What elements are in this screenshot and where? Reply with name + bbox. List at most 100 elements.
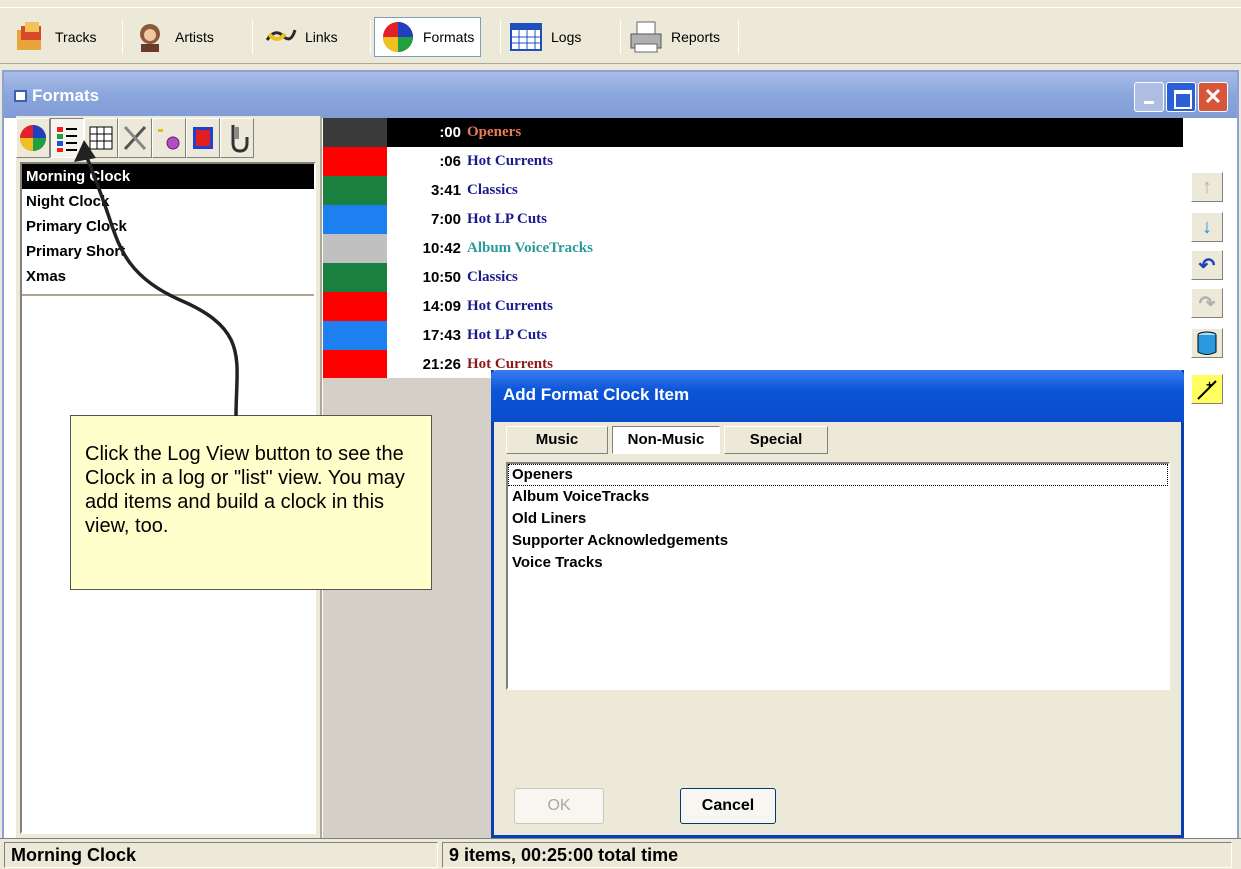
- tab-non-music[interactable]: Non-Music: [612, 426, 720, 454]
- toolbar-separator: [122, 20, 123, 54]
- hook-icon: [231, 125, 249, 153]
- logs-button[interactable]: Logs: [502, 17, 588, 57]
- clock-item[interactable]: Night Clock: [22, 189, 314, 214]
- links-label: Links: [305, 29, 338, 45]
- list-divider[interactable]: [22, 294, 314, 296]
- log-row[interactable]: 7:00 Hot LP Cuts: [323, 205, 1183, 234]
- close-button[interactable]: ✕: [1198, 82, 1228, 112]
- clock-log-list[interactable]: :00 Openers:06 Hot Currents 3:41 Classics 7:0…: [323, 118, 1183, 379]
- clock-item[interactable]: Primary Clock: [22, 214, 314, 239]
- add-format-clock-item-dialog: Add Format Clock Item Music Non-Music Sp…: [491, 370, 1184, 838]
- log-time: 10:42: [422, 240, 461, 257]
- log-row[interactable]: 10:50 Classics: [323, 263, 1183, 292]
- minimize-button[interactable]: [1134, 82, 1164, 112]
- cancel-button[interactable]: Cancel: [680, 788, 776, 824]
- delete-button[interactable]: [1191, 328, 1223, 358]
- delete-icon: [1197, 331, 1217, 355]
- toolbar-separator: [370, 20, 371, 54]
- list-item[interactable]: Supporter Acknowledgements: [508, 530, 1168, 552]
- log-item-name: Classics: [467, 269, 518, 285]
- list-item[interactable]: Album VoiceTracks: [508, 486, 1168, 508]
- links-icon: [263, 20, 297, 54]
- grid-icon: [89, 126, 113, 150]
- clock-item[interactable]: Xmas: [22, 264, 314, 289]
- undo-icon: ↶: [1198, 254, 1216, 277]
- clock-item[interactable]: Morning Clock: [22, 164, 314, 189]
- logs-label: Logs: [551, 29, 582, 45]
- maximize-button[interactable]: [1166, 82, 1196, 112]
- status-clock-name: Morning Clock: [4, 842, 438, 868]
- log-time: :00: [439, 124, 461, 141]
- move-up-icon: ↑: [1202, 175, 1212, 198]
- status-summary: 9 items, 00:25:00 total time: [442, 842, 1232, 868]
- log-item-name: Hot LP Cuts: [467, 211, 548, 227]
- color-button[interactable]: [186, 118, 220, 158]
- status-bar: Morning Clock 9 items, 00:25:00 total ti…: [0, 838, 1241, 869]
- reports-button[interactable]: Reports: [622, 17, 727, 57]
- category-color-swatch: [323, 118, 387, 147]
- tab-special[interactable]: Special: [724, 426, 828, 454]
- add-item-icon: +: [1197, 378, 1217, 400]
- category-color-swatch: [323, 234, 387, 263]
- grid-view-button[interactable]: [84, 118, 118, 158]
- log-time: 17:43: [422, 327, 461, 344]
- add-item-button[interactable]: +: [1191, 374, 1223, 404]
- move-down-icon: ↓: [1202, 215, 1212, 238]
- tab-music[interactable]: Music: [506, 426, 608, 454]
- log-item-name: Hot LP Cuts: [467, 327, 548, 343]
- list-item[interactable]: Openers: [508, 464, 1168, 486]
- toolbar-separator: [620, 20, 621, 54]
- color-icon: [193, 127, 213, 149]
- ok-button[interactable]: OK: [514, 788, 604, 824]
- log-item-name: Hot Currents: [467, 298, 553, 314]
- log-row[interactable]: 3:41 Classics: [323, 176, 1183, 205]
- pie-chart-icon: [20, 125, 46, 151]
- artists-label: Artists: [175, 29, 214, 45]
- artists-button[interactable]: Artists: [126, 17, 221, 57]
- item-list[interactable]: Openers Album VoiceTracks Old Liners Sup…: [506, 462, 1170, 690]
- log-item-name: Classics: [467, 182, 518, 198]
- hook-button[interactable]: [220, 118, 254, 158]
- log-row[interactable]: :06 Hot Currents: [323, 147, 1183, 176]
- tracks-icon: [13, 20, 47, 54]
- clock-item[interactable]: Primary Short: [22, 239, 314, 264]
- links-button[interactable]: Links: [256, 17, 345, 57]
- log-view-button[interactable]: [50, 118, 84, 158]
- move-down-button[interactable]: ↓: [1191, 212, 1223, 242]
- category-color-swatch: [323, 205, 387, 234]
- undo-button[interactable]: ↶: [1191, 250, 1223, 280]
- redo-icon: ↷: [1198, 292, 1216, 315]
- reports-label: Reports: [671, 29, 721, 45]
- list-item[interactable]: Old Liners: [508, 508, 1168, 530]
- log-time: 21:26: [422, 356, 461, 373]
- log-row[interactable]: :00 Openers: [323, 118, 1183, 147]
- tracks-label: Tracks: [55, 29, 97, 45]
- log-row[interactable]: 14:09 Hot Currents: [323, 292, 1183, 321]
- tip-callout: Click the Log View button to see the Clo…: [70, 415, 432, 590]
- tracks-button[interactable]: Tracks: [6, 17, 103, 57]
- category-color-swatch: [323, 147, 387, 176]
- pie-view-button[interactable]: [16, 118, 50, 158]
- reports-icon: [629, 20, 663, 54]
- window-titlebar[interactable]: Formats ✕: [4, 72, 1237, 118]
- tools-button[interactable]: [118, 118, 152, 158]
- rotation-icon: [158, 129, 180, 150]
- formats-button[interactable]: Formats: [374, 17, 482, 57]
- log-row[interactable]: 17:43 Hot LP Cuts: [323, 321, 1183, 350]
- move-up-button[interactable]: ↑: [1191, 172, 1223, 202]
- category-color-swatch: [323, 350, 387, 379]
- artists-icon: [133, 20, 167, 54]
- category-color-swatch: [323, 263, 387, 292]
- category-color-swatch: [323, 321, 387, 350]
- toolbar-separator: [252, 20, 253, 54]
- log-time: 7:00: [430, 211, 461, 228]
- log-row[interactable]: 10:42 Album VoiceTracks: [323, 234, 1183, 263]
- list-item[interactable]: Voice Tracks: [508, 552, 1168, 574]
- category-color-swatch: [323, 292, 387, 321]
- rotation-button[interactable]: [152, 118, 186, 158]
- redo-button[interactable]: ↷: [1191, 288, 1223, 318]
- log-time: :06: [439, 153, 461, 170]
- main-toolbar: Tracks Artists Links Formats Logs Report…: [0, 8, 1241, 64]
- top-strip: [0, 0, 1241, 8]
- dialog-title[interactable]: Add Format Clock Item: [491, 370, 1184, 422]
